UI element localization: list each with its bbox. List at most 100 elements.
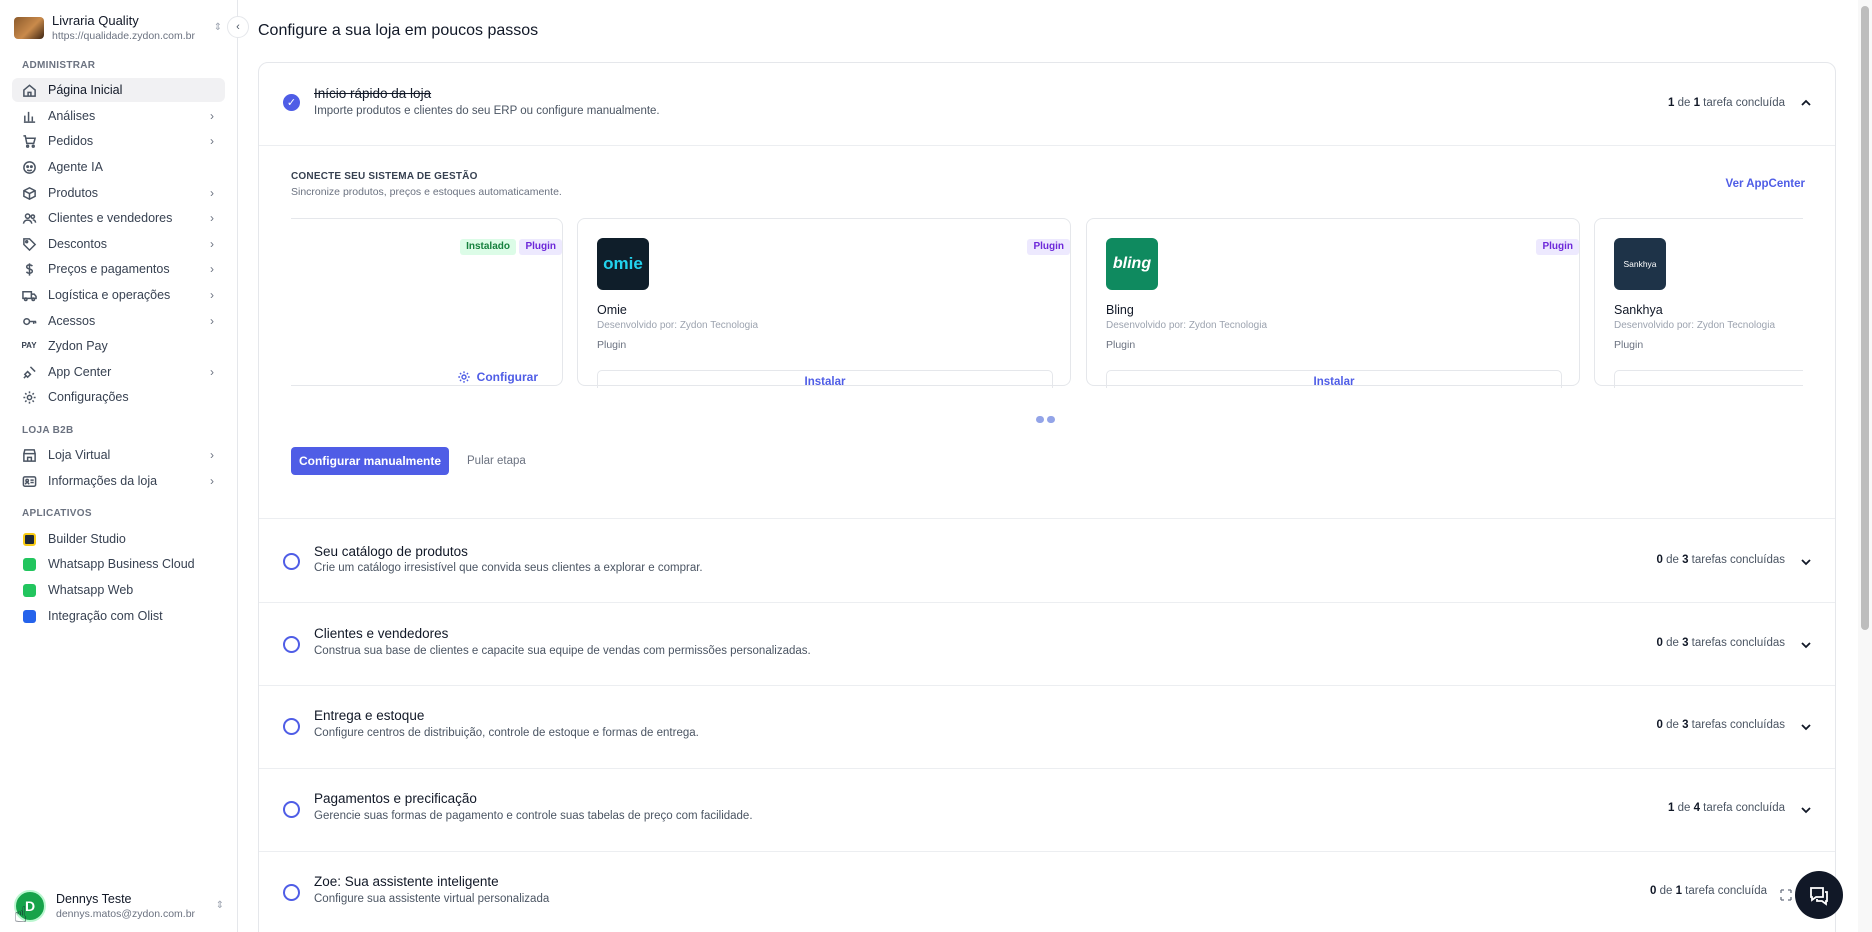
step-catalogo[interactable]: Seu catálogo de produtos Crie um catálog… (259, 520, 1835, 603)
sidebar-item-whatsapp-web[interactable]: Whatsapp Web (12, 578, 225, 602)
chevron-up-icon[interactable] (1799, 96, 1815, 112)
step-clientes[interactable]: Clientes e vendedores Construa sua base … (259, 603, 1835, 686)
step-status-circle (283, 636, 300, 653)
chevron-right-icon: › (210, 186, 214, 200)
collapse-sidebar-button[interactable]: ‹ (227, 16, 249, 38)
user-profile[interactable]: D Dennys Teste dennys.matos@zydon.com.br… (14, 888, 226, 924)
scrollbar-thumb[interactable] (1861, 6, 1869, 630)
sidebar-item-olist[interactable]: Integração com Olist (12, 604, 225, 628)
plugin-developer: Desenvolvido por: Zydon Tecnologia (597, 320, 759, 331)
hand-cursor-icon: ☝ (14, 902, 28, 927)
plugin-card-sankhya: Sankhya Sankhya Desenvolvido por: Zydon … (1594, 218, 1803, 388)
instalar-button[interactable]: Instalar (1106, 370, 1562, 388)
chevron-down-icon[interactable] (1799, 720, 1815, 736)
store-switch-icon[interactable]: ⇕ (212, 22, 224, 34)
builder-studio-icon (21, 531, 37, 547)
step-status-circle (283, 553, 300, 570)
chevron-right-icon: › (210, 474, 214, 488)
user-menu-icon[interactable]: ⇕ (214, 900, 226, 912)
store-header[interactable]: Livraria Quality https://qualidade.zydon… (14, 12, 224, 44)
carousel-dot[interactable] (1036, 416, 1044, 423)
gear-icon (21, 389, 37, 405)
sidebar-item-pedidos[interactable]: Pedidos › (12, 129, 225, 153)
instalar-button[interactable] (1614, 370, 1803, 388)
sidebar-item-label: App Center (48, 365, 112, 379)
step-progress: 1 de 1 tarefa concluída (1667, 97, 1785, 109)
step-progress: 0 de 1 tarefa concluída (1649, 885, 1767, 897)
sidebar-item-clientes[interactable]: Clientes e vendedores › (12, 206, 225, 230)
drag-handle-icon[interactable] (1780, 889, 1792, 901)
plugin-type: Plugin (597, 339, 627, 351)
configurar-manualmente-button[interactable]: Configurar manualmente (291, 447, 449, 475)
step-title: Clientes e vendedores (314, 626, 449, 641)
carousel-dots[interactable] (1036, 416, 1055, 423)
sidebar-item-label: Pedidos (48, 134, 94, 148)
step-progress: 0 de 3 tarefas concluídas (1656, 554, 1785, 566)
step-quickstart[interactable]: ✓ Início rápido da loja Importe produtos… (259, 63, 1835, 145)
chart-icon (21, 108, 37, 124)
erp-section: CONECTE SEU SISTEMA DE GESTÃO Sincronize… (259, 145, 1835, 519)
sidebar-item-acessos[interactable]: Acessos › (12, 309, 225, 333)
step-progress: 0 de 3 tarefas concluídas (1656, 637, 1785, 649)
chevron-right-icon: › (210, 109, 214, 123)
sidebar-item-label: Página Inicial (48, 83, 123, 97)
dollar-icon (21, 261, 37, 277)
plugin-badge: Plugin (1027, 239, 1070, 255)
cart-icon (21, 133, 37, 149)
pular-etapa-link[interactable]: Pular etapa (467, 455, 526, 467)
sidebar-item-whatsapp-cloud[interactable]: Whatsapp Business Cloud (12, 552, 225, 576)
sidebar-item-informacoes[interactable]: Informações da loja › (12, 469, 225, 493)
users-icon (21, 210, 37, 226)
section-label-admin: ADMINISTRAR (22, 60, 96, 71)
plugin-card-bling: Plugin bling Bling Desenvolvido por: Zyd… (1086, 218, 1580, 388)
plugin-developer: Desenvolvido por: Zydon Tecnologia (1614, 320, 1776, 331)
sidebar-item-label: Informações da loja (48, 474, 158, 488)
sidebar-item-logistica[interactable]: Logística e operações › (12, 283, 225, 307)
chat-icon (1810, 887, 1828, 906)
plugin-card-installed: Instalado Plugin Configurar (291, 218, 563, 386)
step-pagamentos[interactable]: Pagamentos e precificação Gerencie suas … (259, 769, 1835, 852)
sidebar-item-app-center[interactable]: App Center › (12, 360, 225, 384)
sidebar-item-zydon-pay[interactable]: PAY Zydon Pay (12, 334, 225, 358)
whatsapp-icon (21, 556, 37, 572)
step-desc: Configure centros de distribuição, contr… (314, 727, 699, 739)
sidebar-item-label: Preços e pagamentos (48, 262, 170, 276)
check-icon: ✓ (283, 94, 300, 111)
sidebar-item-configuracoes[interactable]: Configurações (12, 385, 225, 409)
home-icon (21, 82, 37, 98)
sidebar-item-builder-studio[interactable]: Builder Studio (12, 527, 225, 551)
plugin-card-omie: Plugin omie Omie Desenvolvido por: Zydon… (577, 218, 1071, 388)
step-zoe[interactable]: Zoe: Sua assistente inteligente Configur… (259, 852, 1835, 932)
step-entrega[interactable]: Entrega e estoque Configure centros de d… (259, 686, 1835, 769)
chat-button[interactable] (1795, 871, 1843, 919)
whatsapp-icon (21, 582, 37, 598)
pay-icon: PAY (21, 341, 37, 350)
bot-icon (21, 159, 37, 175)
instalar-button[interactable]: Instalar (597, 370, 1053, 388)
step-title: Pagamentos e precificação (314, 791, 477, 806)
chevron-down-icon[interactable] (1799, 555, 1815, 571)
chevron-down-icon[interactable] (1799, 803, 1815, 819)
configurar-button[interactable]: Configurar (457, 370, 538, 384)
chevron-right-icon: › (210, 448, 214, 462)
sidebar-item-produtos[interactable]: Produtos › (12, 181, 225, 205)
plugin-carousel[interactable]: Instalado Plugin Configurar Plugin omie … (291, 218, 1803, 388)
sidebar-item-analises[interactable]: Análises › (12, 104, 225, 128)
page-scrollbar[interactable] (1858, 0, 1872, 932)
sidebar-item-pagina-inicial[interactable]: Página Inicial (12, 78, 225, 102)
plugin-developer: Desenvolvido por: Zydon Tecnologia (1106, 320, 1268, 331)
sidebar-item-label: Logística e operações (48, 288, 171, 302)
chevron-right-icon: › (210, 365, 214, 379)
carousel-dot[interactable] (1047, 416, 1055, 423)
sidebar-item-precos[interactable]: Preços e pagamentos › (12, 257, 225, 281)
step-status-circle (283, 884, 300, 901)
chevron-down-icon[interactable] (1799, 638, 1815, 654)
ver-appcenter-link[interactable]: Ver AppCenter (1726, 178, 1805, 190)
sidebar-item-loja-virtual[interactable]: Loja Virtual › (12, 443, 225, 467)
store-name: Livraria Quality (52, 13, 139, 28)
sidebar-item-label: Agente IA (48, 160, 103, 174)
sidebar-item-agente-ia[interactable]: Agente IA (12, 155, 225, 179)
plugin-badge: Plugin (1536, 239, 1579, 255)
sankhya-logo: Sankhya (1614, 238, 1666, 290)
sidebar-item-descontos[interactable]: Descontos › (12, 232, 225, 256)
